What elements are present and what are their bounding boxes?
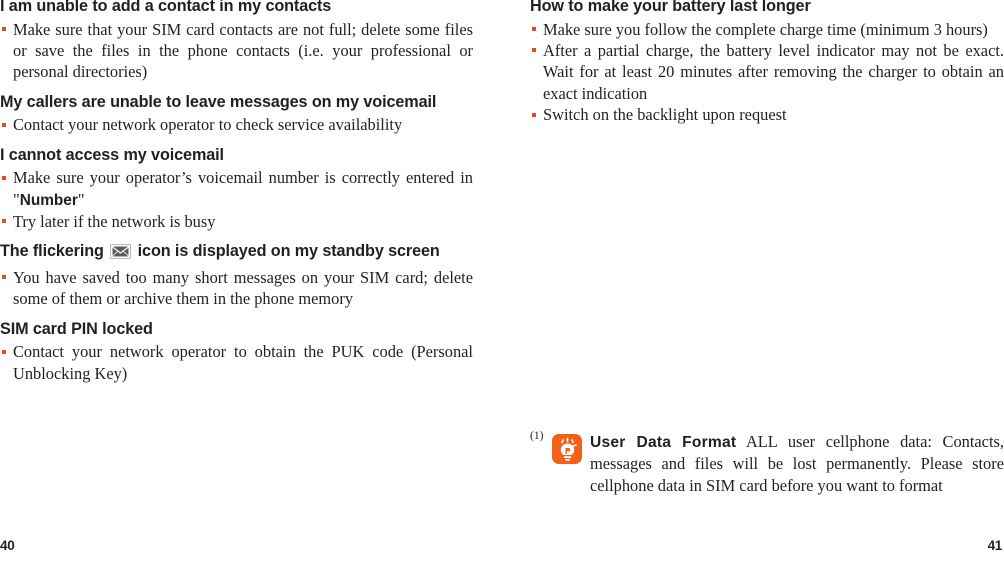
voicemail-number-label: Number xyxy=(19,191,78,209)
page-left-body: I am unable to add a contact in my conta… xyxy=(0,0,473,393)
envelope-icon xyxy=(110,244,132,266)
footnote-bold-lead: User Data Format xyxy=(590,434,737,451)
list-item: Contact your network operator to check s… xyxy=(0,114,473,135)
heading-text-before-icon: The flickering xyxy=(0,242,104,261)
list-item: Switch on the backlight upon request xyxy=(530,104,1004,125)
page-number-left: 40 xyxy=(0,538,15,553)
list-item-text-voicemail-number: Make sure your operator’s voicemail numb… xyxy=(13,168,473,209)
heading-cannot-access-voicemail: I cannot access my voicemail xyxy=(0,145,224,164)
page-right-body: How to make your battery last longer Mak… xyxy=(530,0,1004,135)
manual-page-spread: I am unable to add a contact in my conta… xyxy=(0,0,1004,561)
heading-sim-pin-locked: SIM card PIN locked xyxy=(0,319,153,338)
heading-flickering-envelope: The flickering icon is displayed on my s… xyxy=(0,241,473,266)
bullet-list-sim-pin-locked: Contact your network operator to obtain … xyxy=(0,341,473,384)
tip-lightbulb-icon xyxy=(552,434,582,464)
list-item: Try later if the network is busy xyxy=(0,211,473,232)
footnote-user-data-format: (1) User Data Format ALL user cellphone … xyxy=(530,428,1004,496)
page-number-right: 41 xyxy=(987,538,1003,553)
page-right: How to make your battery last longer Mak… xyxy=(502,0,1004,561)
bullet-list-battery-last-longer: Make sure you follow the complete charge… xyxy=(530,19,1004,126)
bullet-list-add-contact: Make sure that your SIM card contacts ar… xyxy=(0,19,473,83)
heading-callers-voicemail: My callers are unable to leave messages … xyxy=(0,92,437,111)
page-left: I am unable to add a contact in my conta… xyxy=(0,0,502,561)
heading-text-after-icon: icon is displayed on my standby screen xyxy=(137,242,440,261)
list-item: You have saved too many short messages o… xyxy=(0,267,473,310)
list-item: Make sure that your SIM card contacts ar… xyxy=(0,19,473,83)
bullet-list-flickering-envelope: You have saved too many short messages o… xyxy=(0,267,473,310)
list-item: Make sure you follow the complete charge… xyxy=(530,19,1004,40)
heading-add-contact: I am unable to add a contact in my conta… xyxy=(0,0,332,15)
footnote-marker: (1) xyxy=(530,430,544,442)
heading-battery-last-longer: How to make your battery last longer xyxy=(530,0,811,15)
bullet-list-cannot-access-voicemail: Make sure your operator’s voicemail numb… xyxy=(0,167,473,232)
list-item: After a partial charge, the battery leve… xyxy=(530,40,1004,104)
bullet-list-callers-voicemail: Contact your network operator to check s… xyxy=(0,114,473,135)
footnote-icon-wrapper xyxy=(552,428,590,464)
footnote-text: User Data Format ALL user cellphone data… xyxy=(590,428,1004,496)
list-item: Make sure your operator’s voicemail numb… xyxy=(0,167,473,211)
list-item: Contact your network operator to obtain … xyxy=(0,341,473,384)
